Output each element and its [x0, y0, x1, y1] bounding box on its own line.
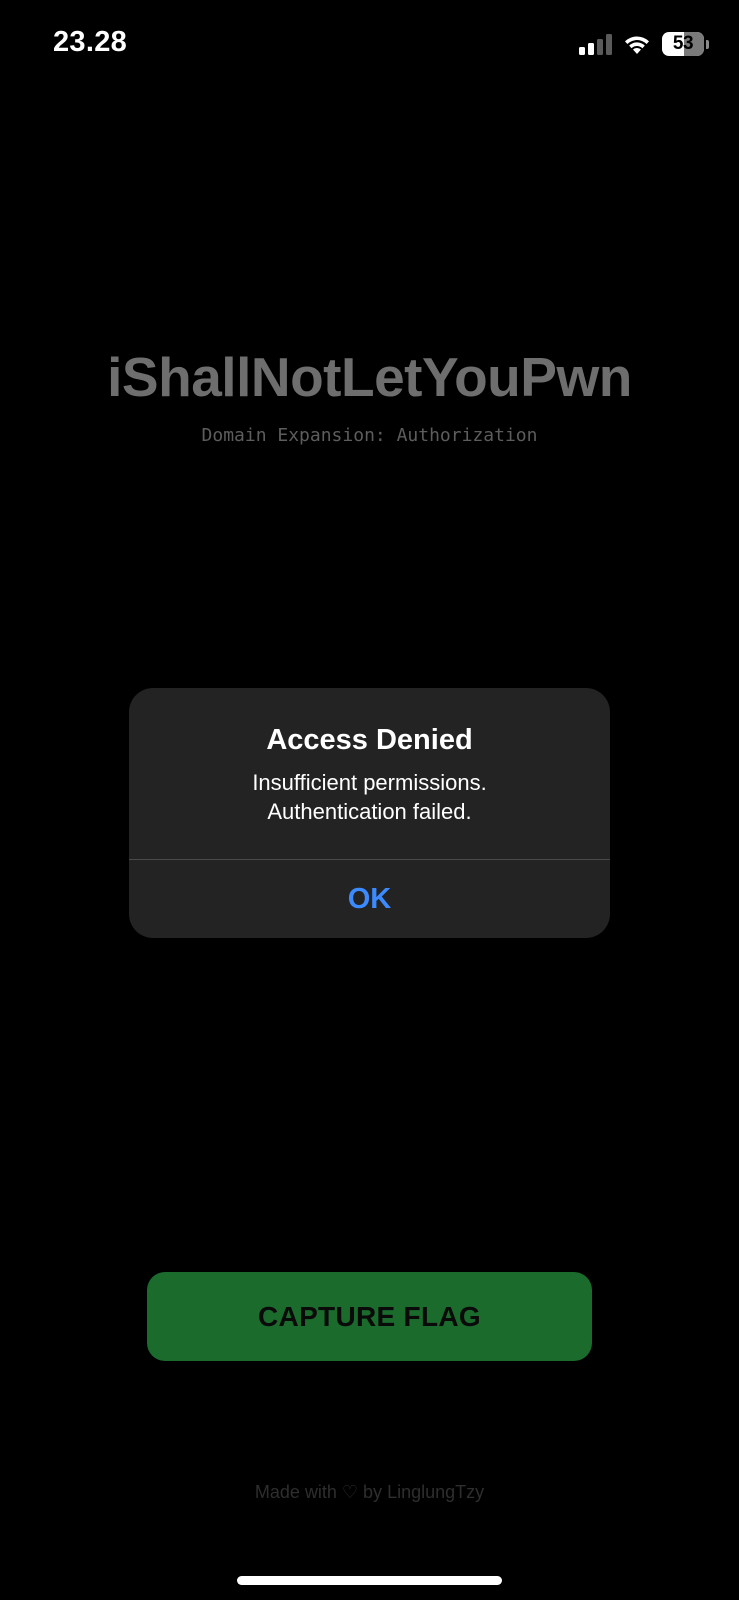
access-denied-alert: Access Denied Insufficient permissions. …	[129, 688, 610, 938]
signal-icon	[579, 33, 612, 55]
alert-message: Insufficient permissions. Authentication…	[129, 768, 610, 826]
footer-credit: Made with ♡ by LinglungTzy	[254, 1482, 485, 1502]
capture-flag-button[interactable]: CAPTURE FLAG	[147, 1272, 592, 1361]
app-subtitle: Domain Expansion: Authorization	[201, 425, 538, 446]
alert-message-line-1: Insufficient permissions.	[252, 770, 487, 795]
alert-message-line-2: Authentication failed.	[267, 799, 472, 824]
battery-level: 53	[672, 33, 694, 54]
battery-icon: 53	[662, 32, 709, 56]
alert-ok-button[interactable]: OK	[129, 860, 610, 938]
status-icons: 53	[579, 30, 709, 58]
alert-title: Access Denied	[266, 724, 473, 756]
status-bar: 23.28 53	[0, 0, 739, 90]
status-time: 23.28	[53, 26, 128, 58]
wifi-icon	[625, 36, 649, 54]
home-indicator[interactable]	[237, 1576, 502, 1585]
app-title: iShallNotLetYouPwn	[107, 346, 632, 408]
